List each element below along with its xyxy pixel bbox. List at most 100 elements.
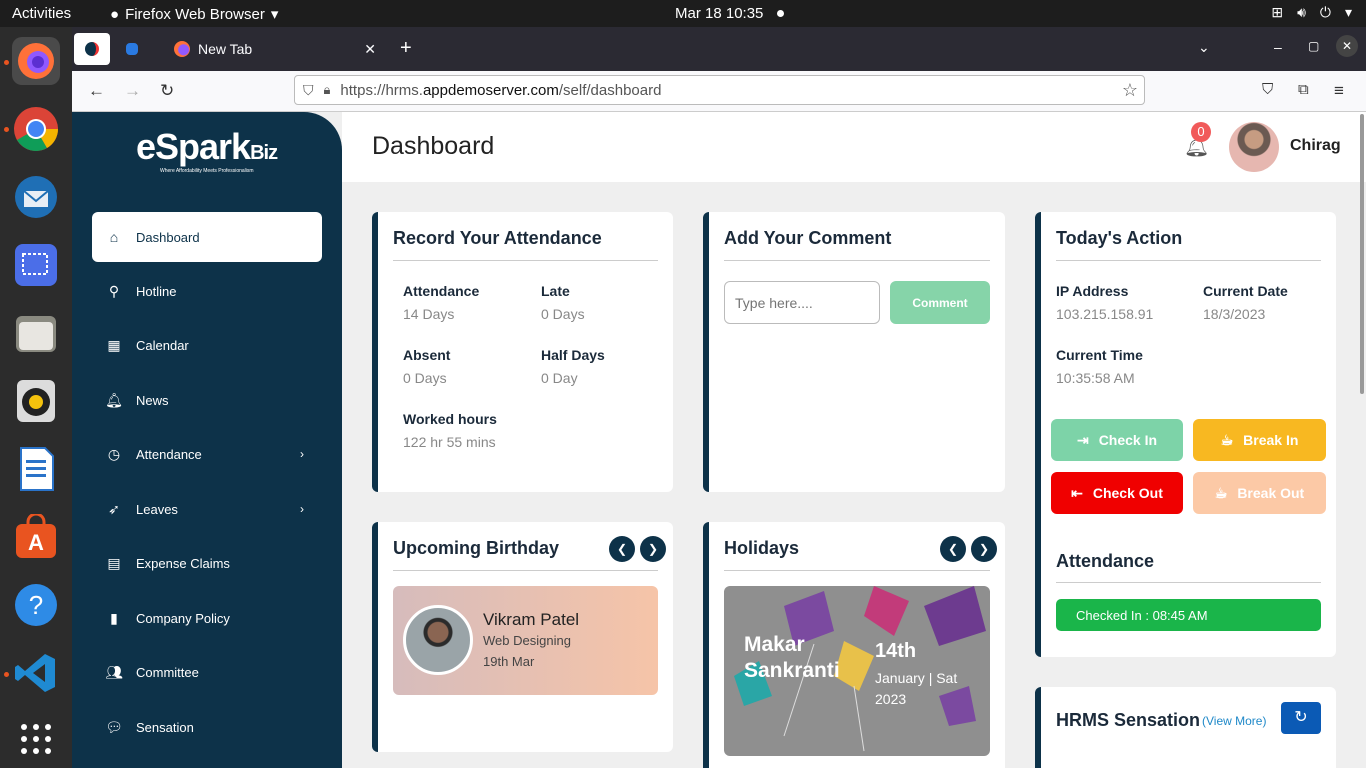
sidebar-item-label: Hotline [136,283,177,299]
app-center-launcher[interactable]: A [12,513,60,561]
todays-action-card: Today's Action IP Address 103.215.158.91… [1035,212,1336,657]
sidebar-item-dashboard[interactable]: ⌂ Dashboard [92,212,322,262]
divider [724,570,990,571]
pocket-icon[interactable]: ⛉ [1262,81,1273,98]
sidebar-item-company-policy[interactable]: ▮ Company Policy [92,593,322,643]
sidebar-item-calendar[interactable]: ▦ Calendar [92,320,322,370]
power-icon: ⏻ [1319,4,1331,20]
sidebar-item-label: Dashboard [136,229,200,245]
running-indicator [4,672,9,677]
chevron-right-icon: › [300,447,304,461]
rocket-icon: ➶ [108,500,120,517]
writer-launcher[interactable] [12,445,60,493]
app-menu[interactable]: ● Firefox Web Browser ▾ [110,5,278,24]
hotline-icon: ⚲ [108,282,120,299]
pinned-tab-hrms[interactable] [74,33,110,65]
system-clock[interactable]: Mar 18 10:35 [675,5,763,22]
prev-arrow-icon[interactable]: ❮ [940,536,966,562]
chrome-icon [14,107,58,151]
sidebar-item-committee[interactable]: 👥︎ Committee [92,647,322,697]
firefox-launcher[interactable] [12,37,60,85]
files-launcher[interactable] [12,309,60,357]
view-more-link[interactable]: (View More) [1202,714,1266,728]
espark-logo[interactable]: eSparkBiz Where Affordability Meets Prof… [136,126,278,174]
sidebar-item-attendance[interactable]: ◷ Attendance › [92,429,322,479]
tab-new-tab[interactable]: New Tab ✕ [164,33,384,65]
sidebar: eSparkBiz Where Affordability Meets Prof… [72,112,342,768]
forward-icon[interactable]: → [124,81,141,101]
check-in-button[interactable]: ⇥ Check In [1051,419,1183,461]
show-apps-button[interactable] [12,715,60,763]
list-tabs-icon[interactable]: ⌄ [1198,39,1210,56]
close-window-icon[interactable]: ✕ [1336,35,1358,57]
pinned-tab-2[interactable] [120,33,144,65]
thunderbird-icon [15,176,57,218]
notification-dot [777,10,784,17]
logo-main: eSpark [136,126,251,167]
tab-close-icon[interactable]: ✕ [364,41,376,58]
current-date-value: 18/3/2023 [1203,306,1266,322]
vscode-launcher[interactable] [12,649,60,697]
page-scrollbar[interactable] [1360,114,1364,394]
running-indicator [4,127,9,132]
late-label: Late [541,283,570,299]
break-in-button[interactable]: ☕︎ Break In [1193,419,1326,461]
shield-icon[interactable]: ⛉ [303,82,314,99]
next-arrow-icon[interactable]: ❯ [971,536,997,562]
lock-icon[interactable]: 🔒︎ [324,82,331,98]
notification-badge: 0 [1191,122,1211,142]
new-tab-icon[interactable]: + [400,37,412,60]
sidebar-item-label: News [136,392,169,408]
worked-hours-label: Worked hours [403,411,497,427]
check-out-button[interactable]: ⇤ Check Out [1051,472,1183,514]
next-arrow-icon[interactable]: ❯ [640,536,666,562]
sidebar-item-news[interactable]: 🔔︎ News [92,375,322,425]
svg-text:A: A [28,530,44,555]
avatar[interactable] [1229,122,1279,172]
card-title: Holidays [724,538,800,558]
cup-icon: ☕︎ [1214,484,1228,501]
user-name[interactable]: Chirag [1290,137,1341,155]
break-out-button[interactable]: ☕︎ Break Out [1193,472,1326,514]
sidebar-item-expense-claims[interactable]: ▤ Expense Claims [92,538,322,588]
clock-icon: ◷ [107,445,121,462]
menu-icon[interactable]: ≡ [1334,81,1344,101]
birthday-item[interactable]: Vikram Patel Web Designing 19th Mar [393,586,658,695]
dock: A ? [0,27,72,768]
tab-strip: New Tab ✕ + ⌄ – ▢ ✕ [72,27,1366,71]
reload-icon[interactable]: ↻ [160,81,174,101]
help-launcher[interactable]: ? [12,581,60,629]
sidebar-item-hotline[interactable]: ⚲ Hotline [92,266,322,316]
screenshot-launcher[interactable] [12,241,60,289]
url-bar[interactable]: ⛉ 🔒︎ https://hrms. appdemoserver.com/self… [294,75,1145,105]
birthday-card: Upcoming Birthday ❮ ❯ Vikram Patel Web D… [372,522,673,752]
absent-value: 0 Days [403,370,447,386]
current-date-label: Current Date [1203,283,1288,299]
sidebar-item-leaves[interactable]: ➶ Leaves › [92,484,322,534]
chat-icon: 💬︎ [105,718,123,735]
holiday-banner[interactable]: Makar Sankranti 14th January | Sat 2023 [724,586,990,756]
holiday-name: Makar Sankranti [744,633,840,682]
refresh-icon[interactable]: ↻ [1281,702,1321,734]
comment-button[interactable]: Comment [890,281,990,324]
activities-button[interactable]: Activities [12,5,71,22]
bookmark-star-icon[interactable]: ☆ [1122,80,1138,101]
rhythmbox-launcher[interactable] [12,377,60,425]
back-icon[interactable]: ← [88,81,105,101]
chrome-launcher[interactable] [12,105,60,153]
sidebar-item-sensation[interactable]: 💬︎ Sensation [92,702,322,752]
help-icon: ? [15,584,57,626]
prev-arrow-icon[interactable]: ❮ [609,536,635,562]
nav-toolbar: ← → ↻ ⛉ 🔒︎ https://hrms. appdemoserver.co… [72,71,1366,112]
thunderbird-launcher[interactable] [12,173,60,221]
minimize-icon[interactable]: – [1274,39,1282,55]
sign-in-icon: ⇥ [1076,431,1089,448]
attendance-subtitle: Attendance [1056,551,1155,571]
logo-tagline: Where Affordability Meets Professionalis… [160,168,254,174]
system-tray[interactable]: ⊞ 🔊︎ ⏻ ▾ [1271,4,1352,21]
extensions-icon[interactable]: ⧉ [1298,81,1309,98]
maximize-icon[interactable]: ▢ [1308,39,1319,53]
volume-icon: 🔊︎ [1297,4,1306,20]
sidebar-item-label: Sensation [136,719,194,735]
comment-input[interactable] [724,281,880,324]
